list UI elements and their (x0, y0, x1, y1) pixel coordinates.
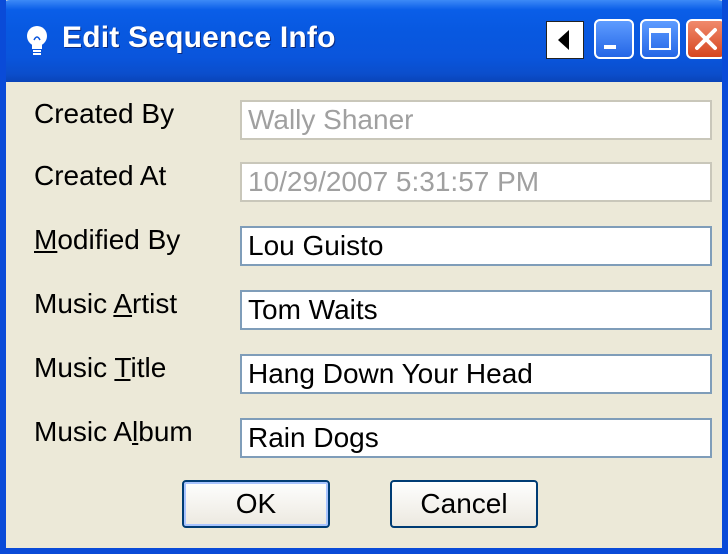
music-album-field[interactable] (240, 418, 712, 458)
help-button[interactable] (546, 21, 584, 59)
minimize-button[interactable] (594, 19, 634, 59)
label-music-title: Music Title (34, 352, 167, 383)
created-by-field (240, 100, 712, 140)
ok-button[interactable]: OK (182, 480, 330, 528)
lightbulb-icon (27, 26, 47, 55)
label-music-album: Music Album (34, 416, 193, 447)
maximize-button[interactable] (640, 19, 680, 59)
created-at-field (240, 162, 712, 202)
help-arrow-icon (558, 30, 569, 50)
window-title: Edit Sequence Info (62, 21, 336, 54)
title-bar[interactable]: Edit Sequence Info (6, 0, 722, 82)
music-title-field[interactable] (240, 354, 712, 394)
label-music-artist: Music Artist (34, 288, 178, 319)
label-modified-by: Modified By (34, 224, 181, 255)
label-created-at: Created At (34, 160, 167, 191)
dialog-window: Edit Sequence Info Created By Wally Shan… (0, 0, 728, 554)
maximize-icon (649, 28, 671, 50)
minimize-icon (604, 45, 616, 49)
label-created-by: Created By (34, 98, 175, 129)
cancel-button[interactable]: Cancel (390, 480, 538, 528)
music-artist-field[interactable] (240, 290, 712, 330)
modified-by-field[interactable] (240, 226, 712, 266)
dialog-body: Created By Created At Modified By Music … (6, 82, 722, 548)
close-button[interactable] (686, 19, 722, 59)
close-icon (695, 28, 717, 50)
